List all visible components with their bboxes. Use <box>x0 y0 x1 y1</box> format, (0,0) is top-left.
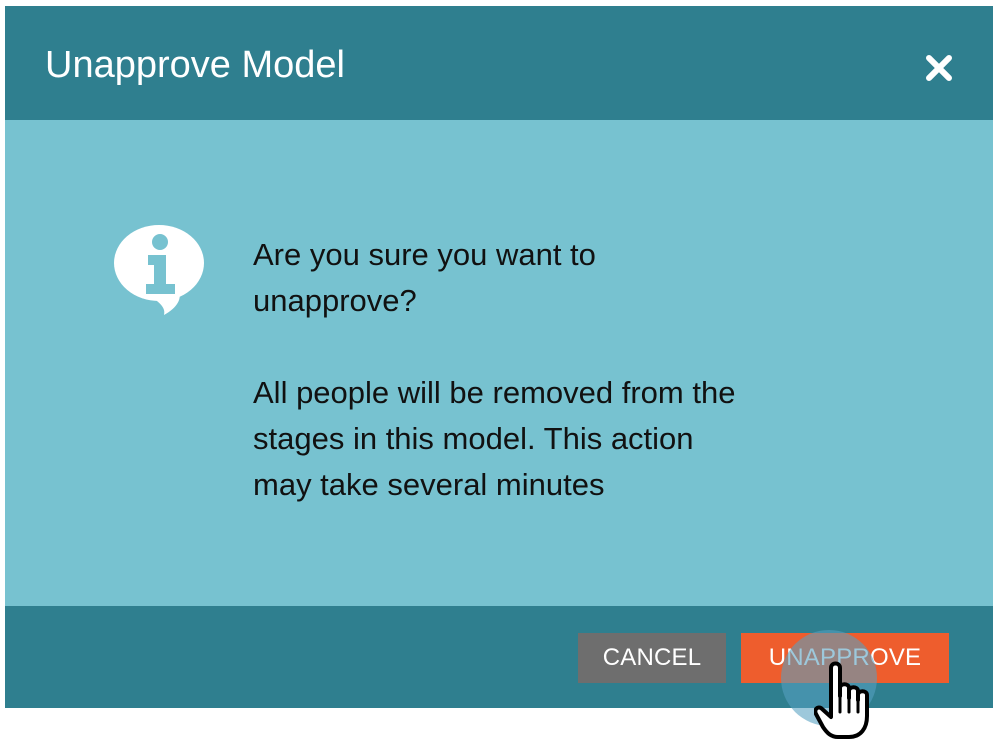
message-line: may take several minutes <box>253 467 605 502</box>
message-gap <box>253 324 893 370</box>
message-line: Are you sure you want to <box>253 237 596 272</box>
unapprove-button[interactable]: UNAPPROVE <box>741 633 949 683</box>
dialog-body: Are you sure you want to unapprove? All … <box>5 120 993 606</box>
cancel-button[interactable]: CANCEL <box>578 633 726 683</box>
close-button[interactable] <box>917 46 961 90</box>
message-line: stages in this model. This action <box>253 421 694 456</box>
confirmation-message: Are you sure you want to unapprove? All … <box>253 232 893 508</box>
unapprove-model-dialog: Unapprove Model Are you sure you want to… <box>5 6 993 708</box>
dialog-footer: CANCEL UNAPPROVE <box>5 606 993 708</box>
page: Unapprove Model Are you sure you want to… <box>0 0 993 744</box>
close-icon <box>926 55 952 81</box>
dialog-title: Unapprove Model <box>45 44 345 86</box>
info-speech-bubble-icon <box>114 225 204 315</box>
message-line: unapprove? <box>253 283 417 318</box>
dialog-header: Unapprove Model <box>5 6 993 120</box>
message-line: All people will be removed from the <box>253 375 736 410</box>
